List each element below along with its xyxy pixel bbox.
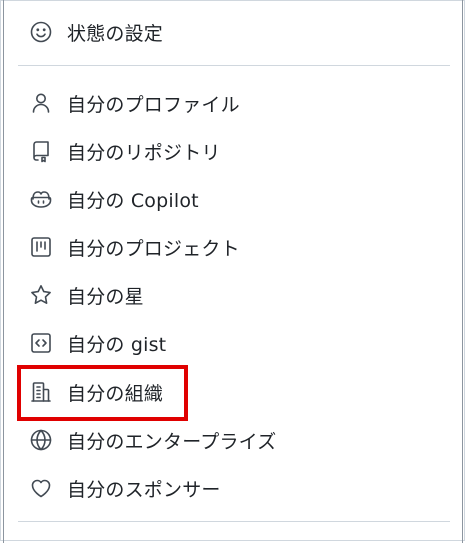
- project-icon: [28, 234, 54, 260]
- menu-item-label: 自分のスポンサー: [67, 478, 221, 501]
- menu-item-projects[interactable]: 自分のプロジェクト: [28, 232, 240, 262]
- highlight-box: [17, 365, 188, 421]
- menu-item-gists[interactable]: 自分の gist: [28, 328, 166, 358]
- menu-item-label: 自分の Copilot: [67, 189, 199, 212]
- menu-item-label: 自分のプロジェクト: [67, 237, 240, 260]
- menu-item-profile[interactable]: 自分のプロファイル: [28, 88, 240, 118]
- smiley-icon: [28, 19, 54, 45]
- globe-icon: [28, 427, 54, 453]
- star-icon: [28, 282, 54, 308]
- menu-item-label: 状態の設定: [67, 22, 164, 45]
- menu-item-label: 自分のエンタープライズ: [67, 430, 277, 453]
- repo-icon: [28, 138, 54, 164]
- menu-item-label: 自分の星: [67, 285, 144, 308]
- menu-item-repositories[interactable]: 自分のリポジトリ: [28, 136, 221, 166]
- menu-item-stars[interactable]: 自分の星: [28, 280, 144, 310]
- menu-item-label: 自分のリポジトリ: [67, 141, 221, 164]
- menu-divider: [18, 65, 450, 66]
- code-square-icon: [28, 330, 54, 356]
- menu-item-enterprises[interactable]: 自分のエンタープライズ: [28, 425, 277, 455]
- menu-item-copilot[interactable]: 自分の Copilot: [28, 184, 199, 214]
- heart-icon: [28, 475, 54, 501]
- menu-divider: [18, 521, 450, 522]
- menu-item-set-status[interactable]: 状態の設定: [28, 17, 163, 47]
- panel-left-edge: [3, 0, 4, 543]
- menu-item-label: 自分のプロファイル: [67, 93, 240, 116]
- menu-item-label: 自分の gist: [67, 333, 167, 356]
- menu-panel: [0, 0, 465, 541]
- panel-right-edge: [462, 0, 463, 543]
- menu-item-sponsors[interactable]: 自分のスポンサー: [28, 473, 221, 503]
- person-icon: [28, 90, 54, 116]
- copilot-icon: [28, 186, 54, 212]
